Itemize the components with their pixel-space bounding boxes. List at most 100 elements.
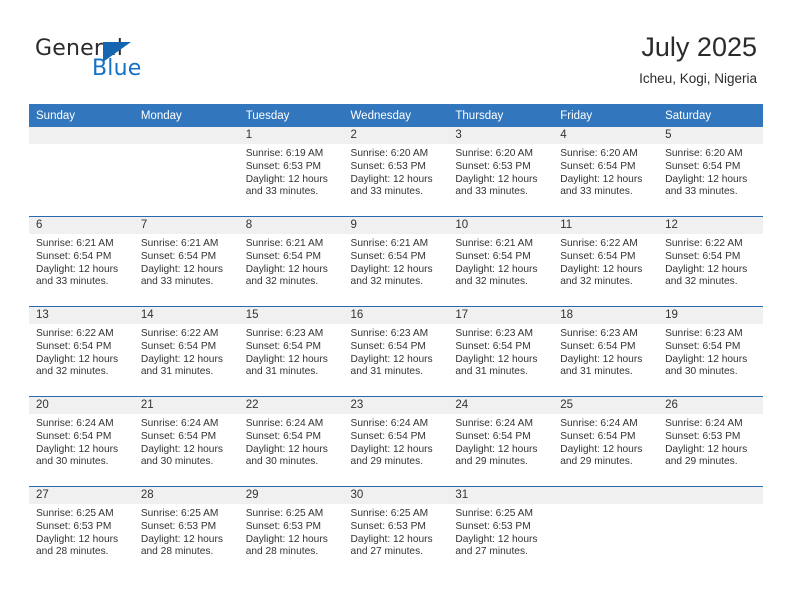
- calendar-day-cell[interactable]: 30 Sunrise: 6:25 AM Sunset: 6:53 PM Dayligh…: [343, 486, 449, 576]
- calendar-day-cell[interactable]: 28 Sunrise: 6:25 AM Sunset: 6:53 PM Dayligh…: [133, 486, 239, 576]
- calendar-day-cell[interactable]: 25 Sunrise: 6:24 AM Sunset: 6:54 PM Dayligh…: [553, 396, 659, 487]
- day-number: [658, 487, 763, 504]
- daylight-text: Daylight: 12 hours and 32 minutes.: [560, 263, 643, 288]
- sunset-text: Sunset: 6:54 PM: [560, 340, 636, 352]
- day-number: 25: [553, 397, 659, 414]
- calendar-header-row: Sunday Monday Tuesday Wednesday Thursday Frid…: [29, 104, 763, 127]
- calendar-day-cell[interactable]: 3 Sunrise: 6:20 AM Sunset: 6:53 PM Daylight…: [448, 127, 554, 217]
- sunset-text: Sunset: 6:54 PM: [36, 430, 112, 442]
- daylight-text: Daylight: 12 hours and 29 minutes.: [560, 443, 643, 468]
- weekday-header-sunday: Sunday: [29, 104, 134, 127]
- day-details: Sunrise: 6:25 AM Sunset: 6:53 PM Daylight:…: [134, 504, 239, 559]
- calendar-day-cell[interactable]: 10 Sunrise: 6:21 AM Sunset: 6:54 PM Dayligh…: [448, 216, 554, 307]
- calendar-day-cell[interactable]: 22 Sunrise: 6:24 AM Sunset: 6:54 PM Dayligh…: [238, 396, 344, 487]
- title-block: July 2025 Icheu, Kogi, Nigeria: [639, 30, 757, 87]
- day-details: Sunrise: 6:25 AM Sunset: 6:53 PM Daylight:…: [344, 504, 449, 559]
- calendar-day-cell[interactable]: 31 Sunrise: 6:25 AM Sunset: 6:53 PM Dayligh…: [448, 486, 554, 576]
- calendar-page: General Blue July 2025 Icheu, Kogi, Nige…: [0, 0, 792, 612]
- sunset-text: Sunset: 6:53 PM: [140, 520, 217, 532]
- sunset-text: Sunset: 6:54 PM: [350, 340, 426, 352]
- calendar-day-cell[interactable]: 15 Sunrise: 6:23 AM Sunset: 6:54 PM Dayligh…: [238, 306, 344, 397]
- sunrise-text: Sunrise: 6:21 AM: [350, 238, 429, 249]
- calendar-day-cell[interactable]: 29 Sunrise: 6:25 AM Sunset: 6:53 PM Dayligh…: [238, 486, 344, 576]
- sunset-text: Sunset: 6:54 PM: [245, 430, 322, 442]
- day-details: Sunrise: 6:23 AM Sunset: 6:54 PM Daylight:…: [239, 324, 344, 379]
- day-details: Sunrise: 6:23 AM Sunset: 6:54 PM Daylight:…: [553, 324, 658, 379]
- daylight-text: Daylight: 12 hours and 32 minutes.: [245, 263, 328, 288]
- calendar-day-cell[interactable]: 27 Sunrise: 6:25 AM Sunset: 6:53 PM Dayligh…: [29, 486, 134, 576]
- calendar-week-row: 20 Sunrise: 6:24 AM Sunset: 6:54 PM Dayligh…: [29, 396, 763, 487]
- day-number: 17: [448, 307, 554, 324]
- day-number: 30: [343, 487, 449, 504]
- calendar-day-cell[interactable]: 8 Sunrise: 6:21 AM Sunset: 6:54 PM Daylight…: [238, 216, 344, 307]
- daylight-text: Daylight: 12 hours and 29 minutes.: [665, 443, 748, 468]
- sunset-text: Sunset: 6:53 PM: [455, 520, 531, 532]
- calendar-day-cell[interactable]: 13 Sunrise: 6:22 AM Sunset: 6:54 PM Dayligh…: [29, 306, 134, 397]
- sunset-text: Sunset: 6:54 PM: [665, 160, 741, 172]
- day-details: Sunrise: 6:25 AM Sunset: 6:53 PM Daylight:…: [448, 504, 553, 559]
- sunrise-text: Sunrise: 6:24 AM: [140, 418, 219, 429]
- calendar-day-cell[interactable]: 16 Sunrise: 6:23 AM Sunset: 6:54 PM Dayligh…: [343, 306, 449, 397]
- daylight-text: Daylight: 12 hours and 27 minutes.: [350, 533, 433, 558]
- day-number: 14: [133, 307, 239, 324]
- sunrise-text: Sunrise: 6:23 AM: [560, 328, 638, 339]
- day-number: 22: [238, 397, 344, 414]
- calendar-day-cell[interactable]: 17 Sunrise: 6:23 AM Sunset: 6:54 PM Dayligh…: [448, 306, 554, 397]
- calendar-day-cell[interactable]: 24 Sunrise: 6:24 AM Sunset: 6:54 PM Dayligh…: [448, 396, 554, 487]
- weekday-header: Sunday Monday Tuesday Wednesday Thursday Frid…: [29, 104, 763, 127]
- calendar-day-cell-empty: [658, 486, 763, 576]
- sunrise-text: Sunrise: 6:23 AM: [455, 328, 533, 339]
- calendar-day-cell[interactable]: 19 Sunrise: 6:23 AM Sunset: 6:54 PM Dayligh…: [658, 306, 763, 397]
- sunset-text: Sunset: 6:53 PM: [245, 520, 322, 532]
- day-number: [133, 127, 239, 144]
- day-number: 24: [448, 397, 554, 414]
- daylight-text: Daylight: 12 hours and 31 minutes.: [245, 353, 328, 378]
- calendar-day-cell[interactable]: 11 Sunrise: 6:22 AM Sunset: 6:54 PM Dayligh…: [553, 216, 659, 307]
- calendar-day-cell[interactable]: 20 Sunrise: 6:24 AM Sunset: 6:54 PM Dayligh…: [29, 396, 134, 487]
- calendar-grid: Sunday Monday Tuesday Wednesday Thursday Frid…: [29, 104, 763, 576]
- sunset-text: Sunset: 6:54 PM: [455, 430, 531, 442]
- calendar-day-cell-empty: [553, 486, 659, 576]
- sunrise-text: Sunrise: 6:22 AM: [665, 238, 743, 249]
- calendar-day-cell[interactable]: 23 Sunrise: 6:24 AM Sunset: 6:54 PM Dayligh…: [343, 396, 449, 487]
- sunrise-text: Sunrise: 6:21 AM: [455, 238, 533, 249]
- calendar-day-cell[interactable]: 5 Sunrise: 6:20 AM Sunset: 6:54 PM Daylight…: [658, 127, 763, 217]
- daylight-text: Daylight: 12 hours and 32 minutes.: [665, 263, 748, 288]
- sunset-text: Sunset: 6:54 PM: [140, 250, 217, 262]
- calendar-day-cell[interactable]: 2 Sunrise: 6:20 AM Sunset: 6:53 PM Daylight…: [343, 127, 449, 217]
- calendar-day-cell[interactable]: 6 Sunrise: 6:21 AM Sunset: 6:54 PM Daylight…: [29, 216, 134, 307]
- calendar-week-row: 13 Sunrise: 6:22 AM Sunset: 6:54 PM Dayligh…: [29, 306, 763, 397]
- day-number: 9: [343, 217, 449, 234]
- calendar-day-cell[interactable]: 26 Sunrise: 6:24 AM Sunset: 6:53 PM Dayligh…: [658, 396, 763, 487]
- calendar-day-cell[interactable]: 9 Sunrise: 6:21 AM Sunset: 6:54 PM Daylight…: [343, 216, 449, 307]
- calendar-day-cell[interactable]: 1 Sunrise: 6:19 AM Sunset: 6:53 PM Daylight…: [238, 127, 344, 217]
- day-details: Sunrise: 6:21 AM Sunset: 6:54 PM Daylight:…: [29, 234, 134, 289]
- day-details: Sunrise: 6:23 AM Sunset: 6:54 PM Daylight:…: [448, 324, 553, 379]
- calendar-day-cell[interactable]: 21 Sunrise: 6:24 AM Sunset: 6:54 PM Dayligh…: [133, 396, 239, 487]
- day-number: 18: [553, 307, 659, 324]
- day-number: 16: [343, 307, 449, 324]
- brand-logo[interactable]: General Blue: [35, 36, 215, 88]
- calendar-day-cell[interactable]: 12 Sunrise: 6:22 AM Sunset: 6:54 PM Dayligh…: [658, 216, 763, 307]
- day-number: 1: [238, 127, 344, 144]
- sunrise-text: Sunrise: 6:22 AM: [140, 328, 219, 339]
- calendar-day-cell[interactable]: 4 Sunrise: 6:20 AM Sunset: 6:54 PM Daylight…: [553, 127, 659, 217]
- sunset-text: Sunset: 6:54 PM: [36, 250, 112, 262]
- calendar-day-cell[interactable]: 7 Sunrise: 6:21 AM Sunset: 6:54 PM Daylight…: [133, 216, 239, 307]
- sunrise-text: Sunrise: 6:20 AM: [665, 148, 743, 159]
- day-details: Sunrise: 6:23 AM Sunset: 6:54 PM Daylight:…: [658, 324, 763, 379]
- calendar-day-cell[interactable]: 18 Sunrise: 6:23 AM Sunset: 6:54 PM Dayligh…: [553, 306, 659, 397]
- weekday-header-wednesday: Wednesday: [343, 104, 449, 127]
- sunrise-text: Sunrise: 6:24 AM: [455, 418, 533, 429]
- daylight-text: Daylight: 12 hours and 30 minutes.: [36, 443, 119, 468]
- day-number: 29: [238, 487, 344, 504]
- day-number: 10: [448, 217, 554, 234]
- sunrise-text: Sunrise: 6:20 AM: [350, 148, 429, 159]
- sunset-text: Sunset: 6:53 PM: [245, 160, 322, 172]
- calendar-day-cell[interactable]: 14 Sunrise: 6:22 AM Sunset: 6:54 PM Dayligh…: [133, 306, 239, 397]
- daylight-text: Daylight: 12 hours and 30 minutes.: [665, 353, 748, 378]
- day-details: Sunrise: 6:21 AM Sunset: 6:54 PM Daylight:…: [134, 234, 239, 289]
- sunrise-text: Sunrise: 6:24 AM: [560, 418, 638, 429]
- day-number: 28: [133, 487, 239, 504]
- sunset-text: Sunset: 6:54 PM: [140, 340, 217, 352]
